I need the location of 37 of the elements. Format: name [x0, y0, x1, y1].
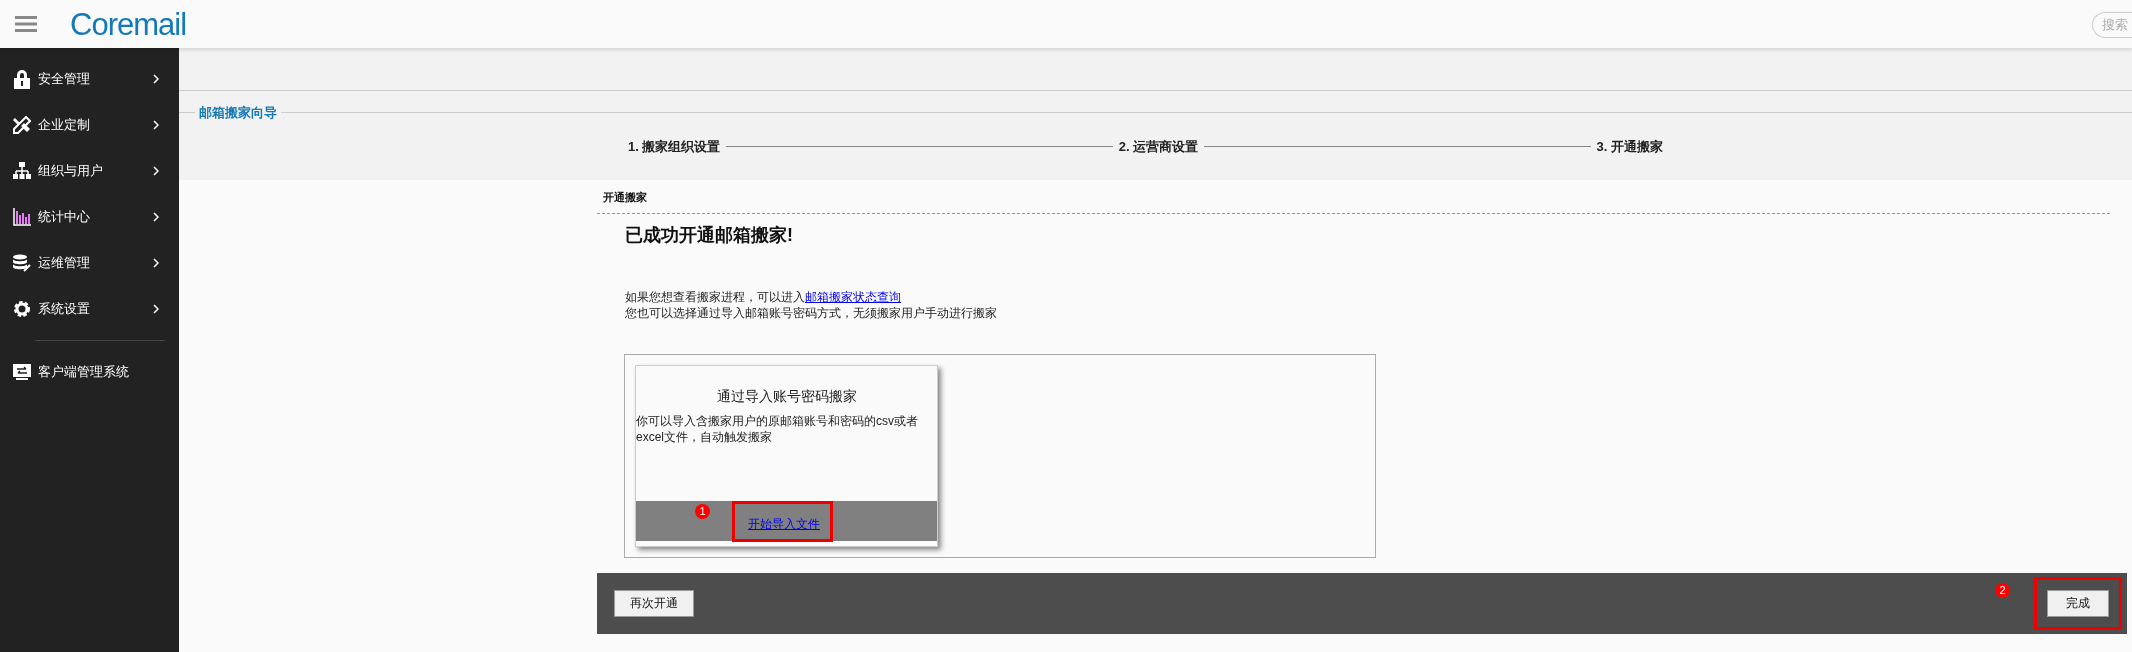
wizard-title: 邮箱搬家向导	[198, 104, 278, 122]
info-text: 如果您想查看搬家进程，可以进入	[625, 288, 805, 305]
chevron-right-icon	[153, 304, 159, 314]
finish-button[interactable]: 完成	[2047, 589, 2109, 617]
monitor-icon	[13, 363, 31, 381]
tools-icon	[13, 116, 31, 134]
wizard-step: 1. 搬家组织设置	[628, 136, 721, 156]
chevron-right-icon	[153, 166, 159, 176]
org-chart-icon	[13, 162, 31, 180]
menu-icon[interactable]	[15, 15, 37, 33]
chevron-right-icon	[153, 212, 159, 222]
success-heading: 已成功开通邮箱搬家!	[625, 223, 794, 247]
sidebar-item[interactable]: 统计中心	[0, 194, 179, 240]
card-title: 通过导入账号密码搬家	[715, 386, 858, 406]
wizard-step: 2. 运营商设置	[1118, 136, 1199, 156]
step-marker: 1	[695, 503, 710, 519]
card-description: 你可以导入含搬家用户的原邮箱账号和密码的csv或者excel文件，自动触发搬家	[636, 412, 919, 445]
reopen-button[interactable]: 再次开通	[614, 589, 694, 617]
coremail-logo: Coremail	[70, 8, 187, 40]
gear-icon	[13, 300, 31, 318]
wizard-step: 3. 开通搬家	[1596, 136, 1663, 156]
sidebar-item[interactable]: 客户端管理系统	[0, 349, 179, 395]
chevron-right-icon	[153, 74, 159, 84]
chevron-right-icon	[153, 120, 159, 130]
section-title: 开通搬家	[603, 190, 648, 205]
bar-chart-icon	[13, 208, 31, 226]
sidebar-item[interactable]: 企业定制	[0, 102, 179, 148]
sidebar-item[interactable]: 运维管理	[0, 240, 179, 286]
sidebar-item[interactable]: 组织与用户	[0, 148, 179, 194]
lock-icon	[13, 69, 31, 89]
database-icon	[13, 254, 31, 272]
sidebar-item[interactable]: 安全管理	[0, 56, 179, 102]
chevron-right-icon	[153, 258, 159, 268]
status-query-link[interactable]: 邮箱搬家状态查询	[805, 288, 901, 305]
sidebar-item[interactable]: 系统设置	[0, 286, 179, 332]
info-text: 您也可以选择通过导入邮箱账号密码方式，无须搬家用户手动进行搬家	[625, 304, 998, 321]
step-marker: 2	[1995, 582, 2010, 598]
